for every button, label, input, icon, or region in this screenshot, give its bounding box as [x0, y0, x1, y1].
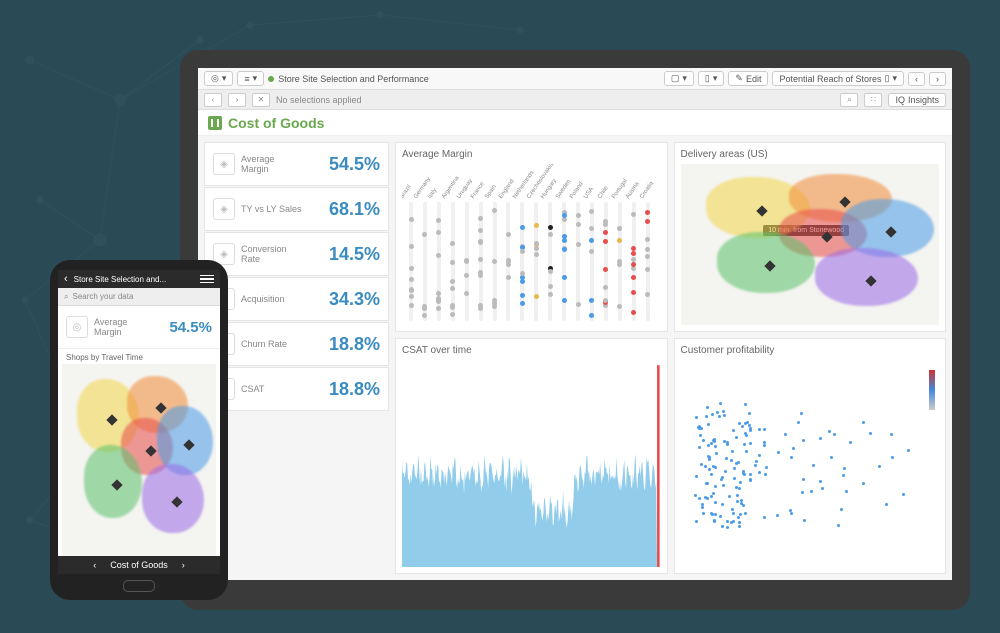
chart-logo-icon — [208, 116, 222, 130]
kpi-label: Conversion Rate — [241, 244, 303, 264]
panel-delivery-areas[interactable]: Delivery areas (US) 10 min. from Stonewo… — [674, 142, 947, 332]
kpi-label: Churn Rate — [241, 339, 303, 349]
panel-customer-profitability[interactable]: Customer profitability — [674, 338, 947, 574]
mobile-title: Store Site Selection and... — [74, 275, 194, 284]
kpi-label: Acquisition — [241, 294, 303, 304]
menu-button[interactable] — [200, 275, 214, 284]
no-selections-text: No selections applied — [276, 95, 362, 105]
story-button[interactable]: ▢▾ — [664, 71, 694, 86]
app-title: Store Site Selection and Performance — [278, 74, 429, 84]
prev-sheet-button[interactable]: ‹ — [87, 560, 102, 570]
panel-title: CSAT over time — [402, 345, 661, 356]
list-icon: ≡ — [244, 74, 249, 84]
kpi-value: 68.1% — [329, 199, 380, 220]
page-header: Cost of Goods — [198, 110, 952, 136]
kpi-label: CSAT — [241, 384, 303, 394]
profitability-chart — [681, 360, 940, 567]
phone-icon: ▯ — [705, 73, 710, 84]
mobile-map-title: Shops by Travel Time — [58, 349, 220, 364]
panel-title: Customer profitability — [681, 345, 940, 356]
mobile-map[interactable] — [62, 364, 216, 556]
status-dot-icon — [268, 76, 274, 82]
search-placeholder: Search your data — [72, 292, 133, 301]
edit-button[interactable]: ✎Edit — [728, 71, 768, 86]
coins-icon: ◈ — [213, 153, 235, 175]
pencil-icon: ✎ — [735, 73, 743, 84]
kpi-value: 54.5% — [329, 154, 380, 175]
kpi-card[interactable]: ◈ Acquisition 34.3% — [204, 277, 389, 321]
laptop-device: ◎▾ ≡▾ Store Site Selection and Performan… — [180, 50, 970, 610]
panel-csat-over-time[interactable]: CSAT over time — [395, 338, 668, 574]
selections-tool-button[interactable]: ∷ — [864, 93, 882, 107]
search-icon: ⌕ — [64, 292, 68, 302]
mobile-header: ‹ Store Site Selection and... — [58, 270, 220, 288]
mobile-footer: ‹ Cost of Goods › — [58, 556, 220, 574]
mobile-footer-title: Cost of Goods — [110, 560, 168, 570]
device-button[interactable]: ▯▾ — [698, 71, 724, 86]
target-icon: ◈ — [213, 198, 235, 220]
selections-forward-button[interactable]: › — [228, 93, 246, 107]
csat-chart — [402, 360, 661, 567]
panel-title: Average Margin — [402, 149, 661, 160]
prev-sheet-button[interactable]: ‹ — [908, 72, 925, 86]
kpi-label: Average Margin — [241, 154, 303, 174]
globe-icon: ◎ — [211, 73, 219, 84]
kpi-card[interactable]: ◈ Churn Rate 18.8% — [204, 322, 389, 366]
mobile-app: ‹ Store Site Selection and... ⌕ Search y… — [58, 270, 220, 574]
next-sheet-button[interactable]: › — [929, 72, 946, 86]
desktop-app: ◎▾ ≡▾ Store Site Selection and Performan… — [198, 68, 952, 580]
selections-back-button[interactable]: ‹ — [204, 93, 222, 107]
app-toolbar: ◎▾ ≡▾ Store Site Selection and Performan… — [198, 68, 952, 90]
delivery-map[interactable]: 10 min. from Stonewood — [681, 164, 940, 325]
next-sheet-button[interactable]: › — [176, 560, 191, 570]
screen-icon: ▢ — [671, 73, 680, 84]
view-menu-button[interactable]: ≡▾ — [237, 71, 264, 86]
panel-average-margin[interactable]: Average Margin BrazilGermanyItalyArgenti… — [395, 142, 668, 332]
kpi-value: 14.5% — [329, 244, 380, 265]
kpi-value: 34.3% — [329, 289, 380, 310]
bookmark-dropdown[interactable]: Potential Reach of Stores ▯▾ — [772, 71, 904, 86]
kpi-card[interactable]: ◈ CSAT 18.8% — [204, 367, 389, 411]
phone-device: ‹ Store Site Selection and... ⌕ Search y… — [50, 260, 228, 600]
nav-menu-button[interactable]: ◎▾ — [204, 71, 233, 86]
avg-margin-chart: BrazilGermanyItalyArgentinaUruguayFrance… — [402, 164, 661, 325]
insights-button[interactable]: IQ Insights — [888, 93, 946, 107]
bookmark-icon: ▯ — [885, 73, 890, 84]
kpi-value: 18.8% — [329, 334, 380, 355]
coins-icon: ◎ — [66, 316, 88, 338]
sparkle-icon: IQ — [895, 95, 905, 105]
kpi-card[interactable]: ◈ TY vs LY Sales 68.1% — [204, 187, 389, 231]
kpi-column: ◈ Average Margin 54.5%◈ TY vs LY Sales 6… — [204, 142, 389, 574]
back-button[interactable]: ‹ — [64, 273, 68, 285]
selections-clear-button[interactable]: ✕ — [252, 93, 270, 107]
smart-search-button[interactable]: ⌕ — [840, 93, 858, 107]
mobile-search[interactable]: ⌕ Search your data — [58, 288, 220, 306]
page-title: Cost of Goods — [228, 115, 324, 131]
dashboard-grid: ◈ Average Margin 54.5%◈ TY vs LY Sales 6… — [198, 136, 952, 580]
panel-title: Delivery areas (US) — [681, 149, 940, 160]
mobile-kpi-value: 54.5% — [169, 319, 212, 336]
kpi-card[interactable]: ◈ Conversion Rate 14.5% — [204, 232, 389, 276]
selection-bar: ‹ › ✕ No selections applied ⌕ ∷ IQ Insig… — [198, 90, 952, 110]
kpi-value: 18.8% — [329, 379, 380, 400]
mobile-kpi-label: Average Margin — [94, 317, 149, 337]
color-legend — [929, 370, 935, 410]
mobile-kpi-card[interactable]: ◎ Average Margin 54.5% — [58, 306, 220, 349]
kpi-card[interactable]: ◈ Average Margin 54.5% — [204, 142, 389, 186]
kpi-label: TY vs LY Sales — [241, 204, 303, 214]
